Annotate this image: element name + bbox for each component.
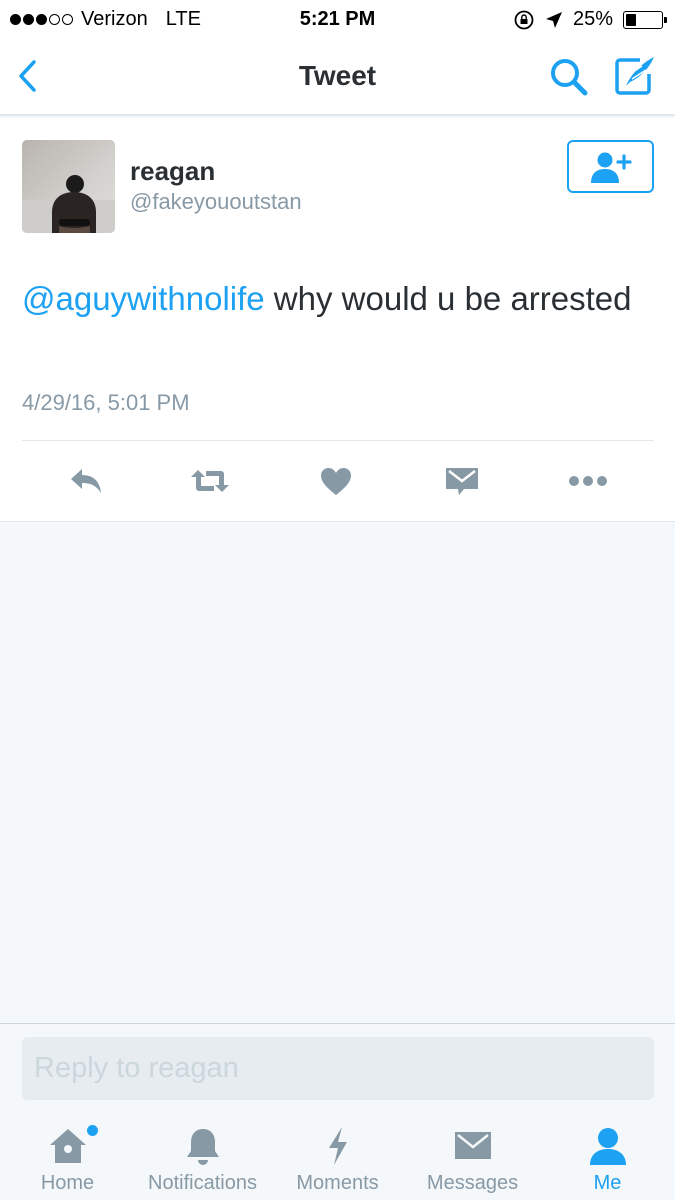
- like-icon: [321, 468, 351, 495]
- avatar[interactable]: [22, 140, 115, 233]
- battery-icon: [623, 10, 667, 29]
- lightning-icon: [328, 1127, 347, 1165]
- retweet-button[interactable]: [188, 461, 232, 501]
- status-bar: Verizon LTE 5:21 PM 25%: [0, 0, 675, 38]
- status-right: 25%: [513, 8, 667, 31]
- avatar-photo: [22, 140, 115, 233]
- bell-icon: [186, 1129, 219, 1165]
- direct-message-button[interactable]: [440, 461, 484, 501]
- envelope-icon: [454, 1132, 491, 1159]
- tweet-body: why would u be arrested: [264, 280, 632, 317]
- tab-notifications[interactable]: Notifications: [135, 1113, 270, 1200]
- tab-label: Me: [593, 1172, 622, 1194]
- tab-home[interactable]: Home: [0, 1113, 135, 1200]
- home-icon: [49, 1129, 86, 1163]
- home-notification-badge: [87, 1125, 98, 1136]
- battery-percent: 25%: [572, 8, 613, 30]
- more-icon: [569, 476, 607, 486]
- follow-button[interactable]: [567, 140, 654, 193]
- tab-messages[interactable]: Messages: [405, 1113, 540, 1200]
- user-display-name[interactable]: reagan: [130, 156, 215, 187]
- tweet-detail: reagan @fakeyououtstan @aguywithnolife w…: [0, 118, 675, 522]
- like-button[interactable]: [314, 461, 358, 501]
- reply-input[interactable]: [22, 1037, 654, 1100]
- reply-button[interactable]: [64, 461, 108, 501]
- reply-icon: [71, 469, 101, 493]
- tab-label: Notifications: [148, 1172, 257, 1194]
- tweet-timestamp: 4/29/16, 5:01 PM: [22, 390, 190, 415]
- search-icon: [551, 59, 588, 96]
- reply-bar: [0, 1023, 675, 1113]
- tab-bar: Home Notifications Moments Messages Me: [0, 1113, 675, 1200]
- person-icon: [589, 1128, 626, 1165]
- user-handle[interactable]: @fakeyououtstan: [130, 189, 302, 215]
- tab-me[interactable]: Me: [540, 1113, 675, 1200]
- location-arrow-icon: [545, 11, 562, 28]
- add-user-icon: [590, 152, 632, 183]
- tab-label: Home: [40, 1172, 95, 1194]
- search-button[interactable]: [548, 56, 590, 98]
- tweet-text: @aguywithnolife why would u be arrested: [22, 274, 642, 324]
- tab-moments[interactable]: Moments: [270, 1113, 405, 1200]
- tweet-actions: [0, 441, 675, 521]
- tab-label: Moments: [296, 1172, 379, 1194]
- tab-label: Messages: [426, 1172, 519, 1194]
- compose-icon: [615, 57, 654, 95]
- rotation-lock-icon: [514, 10, 534, 29]
- mention-link[interactable]: @aguywithnolife: [22, 280, 265, 317]
- direct-message-icon: [446, 468, 478, 495]
- navigation-bar: Tweet: [0, 38, 675, 116]
- retweet-icon: [191, 470, 229, 492]
- compose-tweet-button[interactable]: [612, 54, 658, 98]
- more-options-button[interactable]: [566, 461, 610, 501]
